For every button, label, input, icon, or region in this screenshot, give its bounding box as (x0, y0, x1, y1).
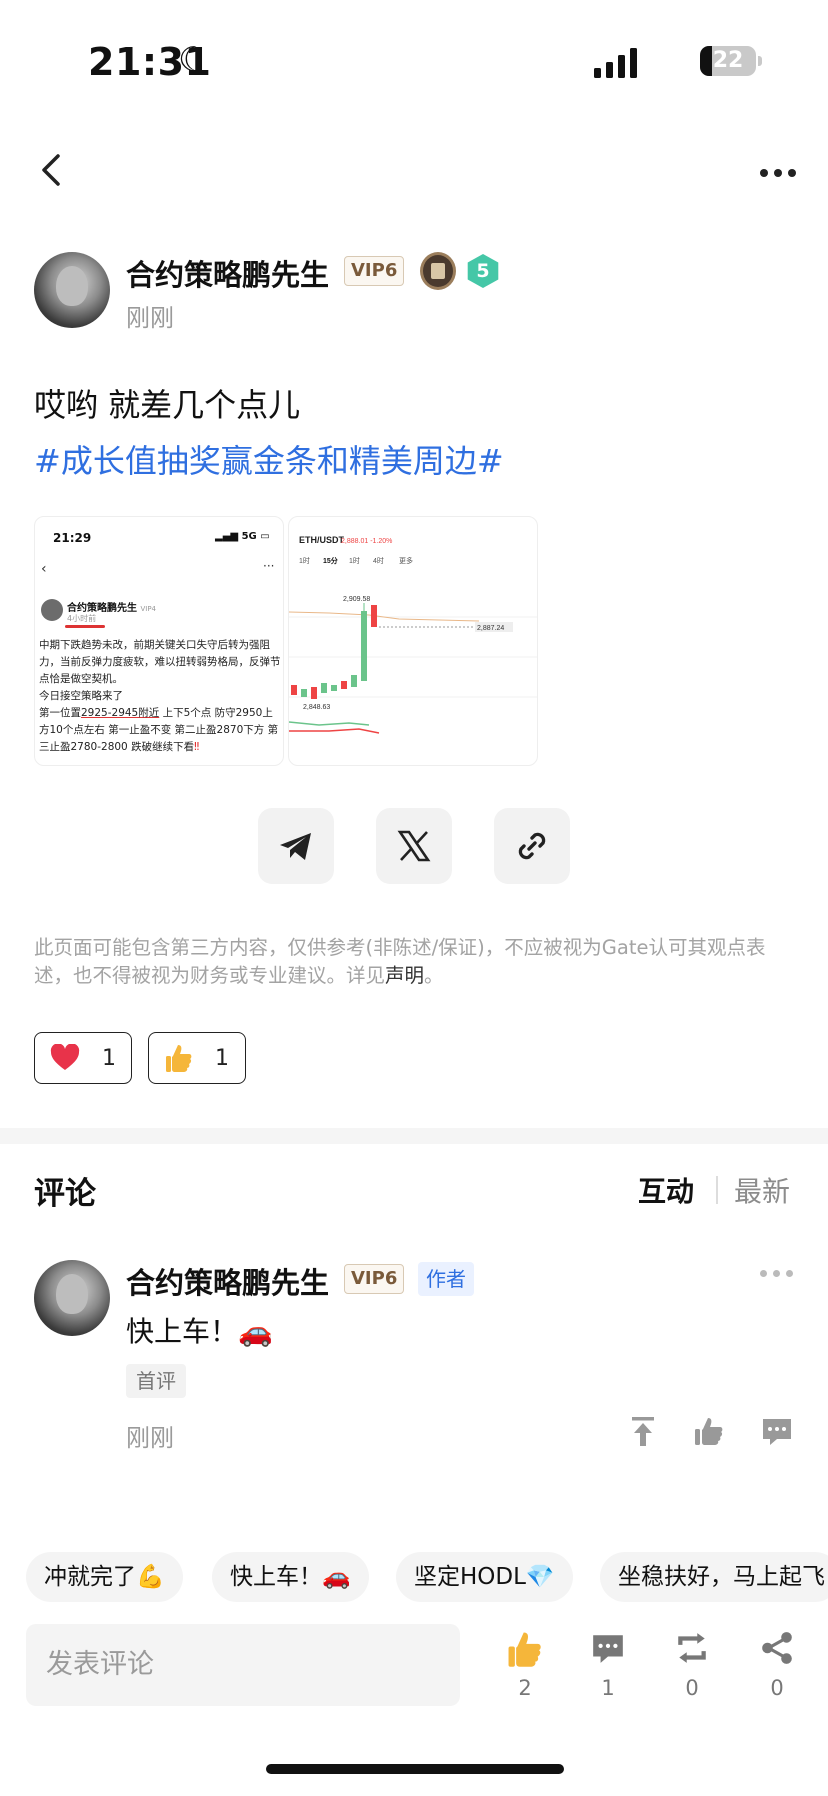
battery-level: 22 (712, 48, 744, 73)
tab-latest[interactable]: 最新 (734, 1170, 790, 1210)
telegram-icon (280, 833, 311, 860)
x-logo-icon (397, 830, 431, 862)
pin-top-icon (632, 1417, 654, 1446)
section-divider (0, 1128, 828, 1144)
share-x-button[interactable] (376, 808, 452, 884)
comment-bubble-icon (593, 1635, 623, 1663)
back-button[interactable] (32, 148, 72, 192)
home-indicator (266, 1764, 564, 1774)
comment-author-name[interactable]: 合约策略鹏先生 (126, 1260, 329, 1302)
share-count: 0 (770, 1676, 784, 1700)
thumb-peak: 2,909.58 (343, 596, 370, 603)
comment-more-button[interactable] (760, 1270, 793, 1277)
thumbs-up-count: 1 (215, 1045, 229, 1071)
comment-avatar[interactable] (34, 1260, 110, 1336)
thumb-last: 2,887.24 (477, 625, 504, 632)
comment-bubble-icon (763, 1419, 791, 1445)
svg-text:15分: 15分 (323, 556, 338, 565)
disclaimer: 此页面可能包含第三方内容，仅供参考(非陈述/保证)，不应被视为Gate认可其观点… (34, 936, 766, 987)
post-text: 哎哟 就差几个点儿 (34, 386, 301, 424)
thumb-underline (65, 625, 105, 628)
medal-icon (420, 252, 456, 290)
like-count: 2 (518, 1676, 532, 1700)
link-icon (518, 832, 546, 860)
comment-input[interactable]: 发表评论 (26, 1624, 460, 1706)
share-icon (762, 1632, 792, 1664)
more-options-button[interactable] (760, 158, 804, 188)
chevron-left-icon (42, 154, 60, 186)
signal-icon (594, 48, 637, 78)
thumb-avatar (41, 599, 63, 621)
comment-text: 快上车！🚗 (126, 1315, 273, 1348)
heart-reaction-button[interactable]: 1 (34, 1032, 132, 1084)
thumb-back-icon: ‹ (41, 561, 47, 577)
battery-tip (758, 56, 762, 66)
moon-icon: ☾ (178, 40, 209, 80)
battery-icon: 22 (700, 46, 756, 76)
thumb-author-name: 合约策略鹏先生 VIP4 (67, 603, 157, 614)
candlestick-chart-image: ETH/USDT 2,888.01 -1.20% 1时 15分 1时 4时 更多 (289, 535, 537, 734)
pin-comment-button[interactable] (626, 1414, 660, 1448)
thumb-more-icon: ··· (263, 559, 275, 573)
thumb-body-text: 中期下跌趋势未改，前期关键关口失守后转为强阻力，当前反弹力度疲软，难以扭转弱势格… (39, 639, 281, 753)
comment-vip-badge: VIP6 (344, 1264, 405, 1294)
quick-reply-1[interactable]: 冲就完了💪 (26, 1552, 183, 1602)
vip-badge: VIP6 (344, 256, 405, 286)
comment-count: 1 (601, 1676, 615, 1700)
svg-text:更多: 更多 (399, 556, 413, 565)
author-name[interactable]: 合约策略鹏先生 (126, 252, 329, 294)
share-button[interactable]: 0 (752, 1630, 802, 1702)
tab-separator (716, 1176, 718, 1204)
comments-title: 评论 (34, 1176, 96, 1212)
thumb-status-network: ▂▄▆ 5G ▭ (215, 531, 270, 542)
thumb-status-time: 21:29 (53, 531, 92, 545)
level-badge: 5 (467, 254, 499, 288)
thumbs-up-icon (166, 1045, 192, 1072)
thumbs-up-outline-icon (695, 1418, 723, 1445)
share-telegram-button[interactable] (258, 808, 334, 884)
thumb-price: 2,888.01 -1.20% (341, 538, 392, 545)
quick-reply-4[interactable]: 坐稳扶好，马上起飞 (600, 1552, 828, 1602)
comment-button[interactable]: 1 (583, 1630, 633, 1702)
status-bar: 21:31 ☾ 22 (0, 0, 828, 120)
thumb-pair: ETH/USDT (299, 535, 345, 545)
thumbs-up-reaction-button[interactable]: 1 (148, 1032, 246, 1084)
repost-button[interactable]: 0 (667, 1630, 717, 1702)
repost-icon (678, 1633, 706, 1663)
svg-text:1时: 1时 (299, 556, 310, 565)
heart-icon (50, 1044, 80, 1070)
first-comment-tag: 首评 (126, 1364, 186, 1398)
post-time: 刚刚 (126, 304, 174, 332)
comment-time: 刚刚 (126, 1424, 174, 1452)
thumb-subtime: 4小时前 (67, 614, 97, 623)
quick-reply-2[interactable]: 快上车！🚗 (212, 1552, 369, 1602)
tab-interact[interactable]: 互动 (638, 1170, 694, 1210)
image-thumbnail-chart[interactable]: ETH/USDT 2,888.01 -1.20% 1时 15分 1时 4时 更多 (288, 516, 538, 766)
comment-like-button[interactable] (692, 1414, 726, 1448)
image-thumbnail-post[interactable]: 21:29 ▂▄▆ 5G ▭ ‹ ··· 合约策略鹏先生 VIP4 4小时前 中… (34, 516, 284, 766)
svg-text:1时: 1时 (349, 556, 360, 565)
quick-reply-3[interactable]: 坚定HODL💎 (396, 1552, 573, 1602)
statement-link[interactable]: 声明 (385, 964, 424, 987)
thumb-low: 2,848.63 (303, 704, 330, 711)
author-tag: 作者 (418, 1262, 474, 1296)
svg-text:4时: 4时 (373, 556, 384, 565)
repost-count: 0 (685, 1676, 699, 1700)
thumbs-up-icon (508, 1632, 541, 1667)
comment-reply-button[interactable] (760, 1414, 794, 1448)
heart-count: 1 (102, 1045, 116, 1071)
like-button[interactable]: 2 (500, 1630, 550, 1702)
author-avatar[interactable] (34, 252, 110, 328)
copy-link-button[interactable] (494, 808, 570, 884)
topic-link[interactable]: #成长值抽奖赢金条和精美周边# (34, 436, 504, 482)
